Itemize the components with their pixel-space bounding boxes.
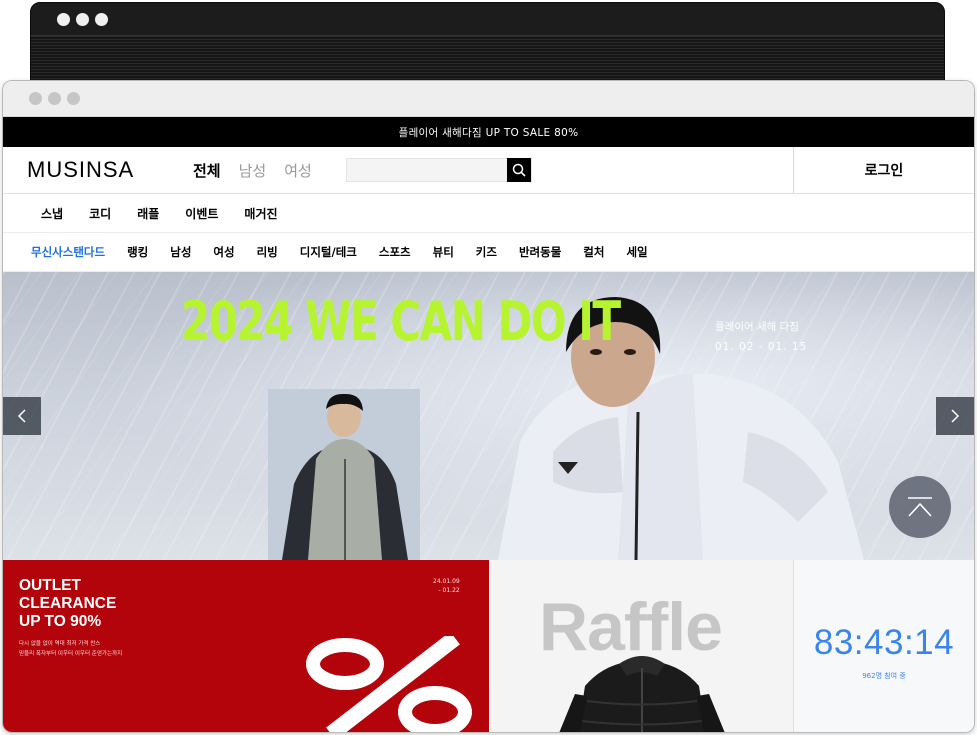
- window-close-dot[interactable]: [57, 12, 70, 26]
- promo-text: 플레이어 새해다짐 UP TO SALE 80%: [398, 126, 579, 139]
- window-minimize-dot[interactable]: [76, 12, 89, 26]
- carousel-next-button[interactable]: [936, 397, 974, 435]
- category-navigation: 무신사스탠다드 랭킹 남성 여성 리빙 디지털/테크 스포츠 뷰티 키즈 반려동…: [3, 233, 974, 272]
- tab-women[interactable]: 여성: [284, 160, 312, 181]
- category-item-sale[interactable]: 세일: [626, 244, 647, 260]
- window-close-dot[interactable]: [29, 92, 42, 105]
- scroll-to-top-button[interactable]: [889, 476, 951, 538]
- arrow-up-icon: [908, 497, 932, 517]
- participant-count: 962명 참여 중: [862, 672, 906, 680]
- hero-model-image-small: [268, 389, 420, 560]
- window-titlebar: [3, 81, 974, 117]
- search-input[interactable]: [346, 159, 507, 181]
- hero-title: 2024 WE CAN DO IT: [181, 290, 621, 353]
- hero-event-name: 플레이어 새해 다짐: [715, 321, 799, 333]
- chevron-right-icon: [951, 409, 960, 423]
- outlet-title: OUTLET CLEARANCE UP TO 90%: [19, 577, 117, 630]
- musinsa-logo[interactable]: MUSINSA: [27, 157, 177, 183]
- category-item-men[interactable]: 남성: [170, 244, 191, 260]
- outlet-clearance-banner[interactable]: OUTLET CLEARANCE UP TO 90% 다시 없을 없이 역대 최…: [3, 560, 489, 732]
- promo-panels: OUTLET CLEARANCE UP TO 90% 다시 없을 없이 역대 최…: [3, 560, 974, 732]
- category-item-beauty[interactable]: 뷰티: [433, 244, 454, 260]
- subnav-item-raffle[interactable]: 래플: [137, 205, 159, 222]
- category-item-musinsa-standard[interactable]: 무신사스탠다드: [31, 244, 105, 260]
- search-icon: [512, 163, 526, 177]
- hero-event-dates: 01. 02 - 01. 15: [715, 341, 808, 353]
- category-item-living[interactable]: 리빙: [257, 244, 278, 260]
- puffer-jacket-image: [559, 656, 725, 732]
- subnav-item-event[interactable]: 이벤트: [185, 205, 218, 222]
- outlet-date: 24.01.09 - 01.22: [433, 578, 460, 594]
- search-bar: [345, 158, 532, 182]
- model-illustration-small: [268, 389, 420, 560]
- category-item-pets[interactable]: 반려동물: [519, 244, 561, 260]
- hero-banner[interactable]: 2024 WE CAN DO IT 플레이어 새해 다짐 01. 02 - 01…: [3, 272, 974, 560]
- subnav-item-magazine[interactable]: 매거진: [244, 205, 277, 222]
- background-browser-window: [30, 2, 945, 92]
- background-window-titlebar: [31, 3, 944, 36]
- subnav-item-codi[interactable]: 코디: [89, 205, 111, 222]
- hero-event-info: 플레이어 새해 다짐 01. 02 - 01. 15: [715, 317, 807, 357]
- raffle-countdown[interactable]: 83:43:14 962명 참여 중: [794, 560, 974, 732]
- countdown-timer: 83:43:14: [813, 623, 955, 662]
- sub-navigation: 스냅 코디 래플 이벤트 매거진: [3, 194, 974, 233]
- window-zoom-dot[interactable]: [95, 12, 108, 26]
- outlet-description: 다시 없을 없이 역대 최저 가격 찬스 믿을리 폭자부터 이우터 이우터 준얻…: [19, 641, 123, 657]
- login-button[interactable]: 로그인: [793, 147, 974, 193]
- percent-graphic: [306, 636, 472, 732]
- category-item-women[interactable]: 여성: [213, 244, 234, 260]
- site-header: MUSINSA 전체 남성 여성 로그인: [3, 147, 974, 194]
- raffle-banner[interactable]: Raffle: [489, 560, 794, 732]
- window-zoom-dot[interactable]: [67, 92, 80, 105]
- subnav-item-snap[interactable]: 스냅: [41, 205, 63, 222]
- category-item-sports[interactable]: 스포츠: [379, 244, 411, 260]
- category-item-digital-tech[interactable]: 디지털/테크: [300, 244, 357, 260]
- category-item-culture[interactable]: 컬처: [583, 244, 604, 260]
- chevron-left-icon: [17, 409, 26, 423]
- window-minimize-dot[interactable]: [48, 92, 61, 105]
- search-button[interactable]: [506, 158, 531, 182]
- category-item-ranking[interactable]: 랭킹: [127, 244, 148, 260]
- carousel-prev-button[interactable]: [3, 397, 41, 435]
- gender-tabs: 전체 남성 여성: [193, 160, 312, 181]
- tab-all[interactable]: 전체: [193, 160, 221, 181]
- browser-window: 플레이어 새해다짐 UP TO SALE 80% MUSINSA 전체 남성 여…: [2, 80, 975, 733]
- tab-men[interactable]: 남성: [239, 160, 267, 181]
- promo-banner[interactable]: 플레이어 새해다짐 UP TO SALE 80%: [3, 117, 974, 147]
- category-item-kids[interactable]: 키즈: [476, 244, 497, 260]
